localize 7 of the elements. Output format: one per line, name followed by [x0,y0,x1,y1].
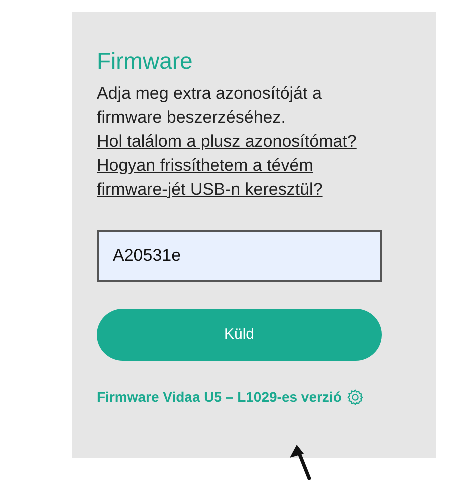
help-link[interactable]: Hol találom a plusz azonosítómat? [97,130,367,154]
instruction-text: Adja meg extra azonosítóját a firmware beszerzéséhez. [97,83,323,129]
help-link[interactable]: Hogyan frissíthetem a tévém firmware-jét USB-n keresztül? [97,154,367,202]
id-input-field[interactable]: A20531e [97,230,382,282]
arrow-drawing [288,444,314,480]
panel-title: Firmware [97,47,193,76]
gear-icon[interactable] [346,389,364,406]
